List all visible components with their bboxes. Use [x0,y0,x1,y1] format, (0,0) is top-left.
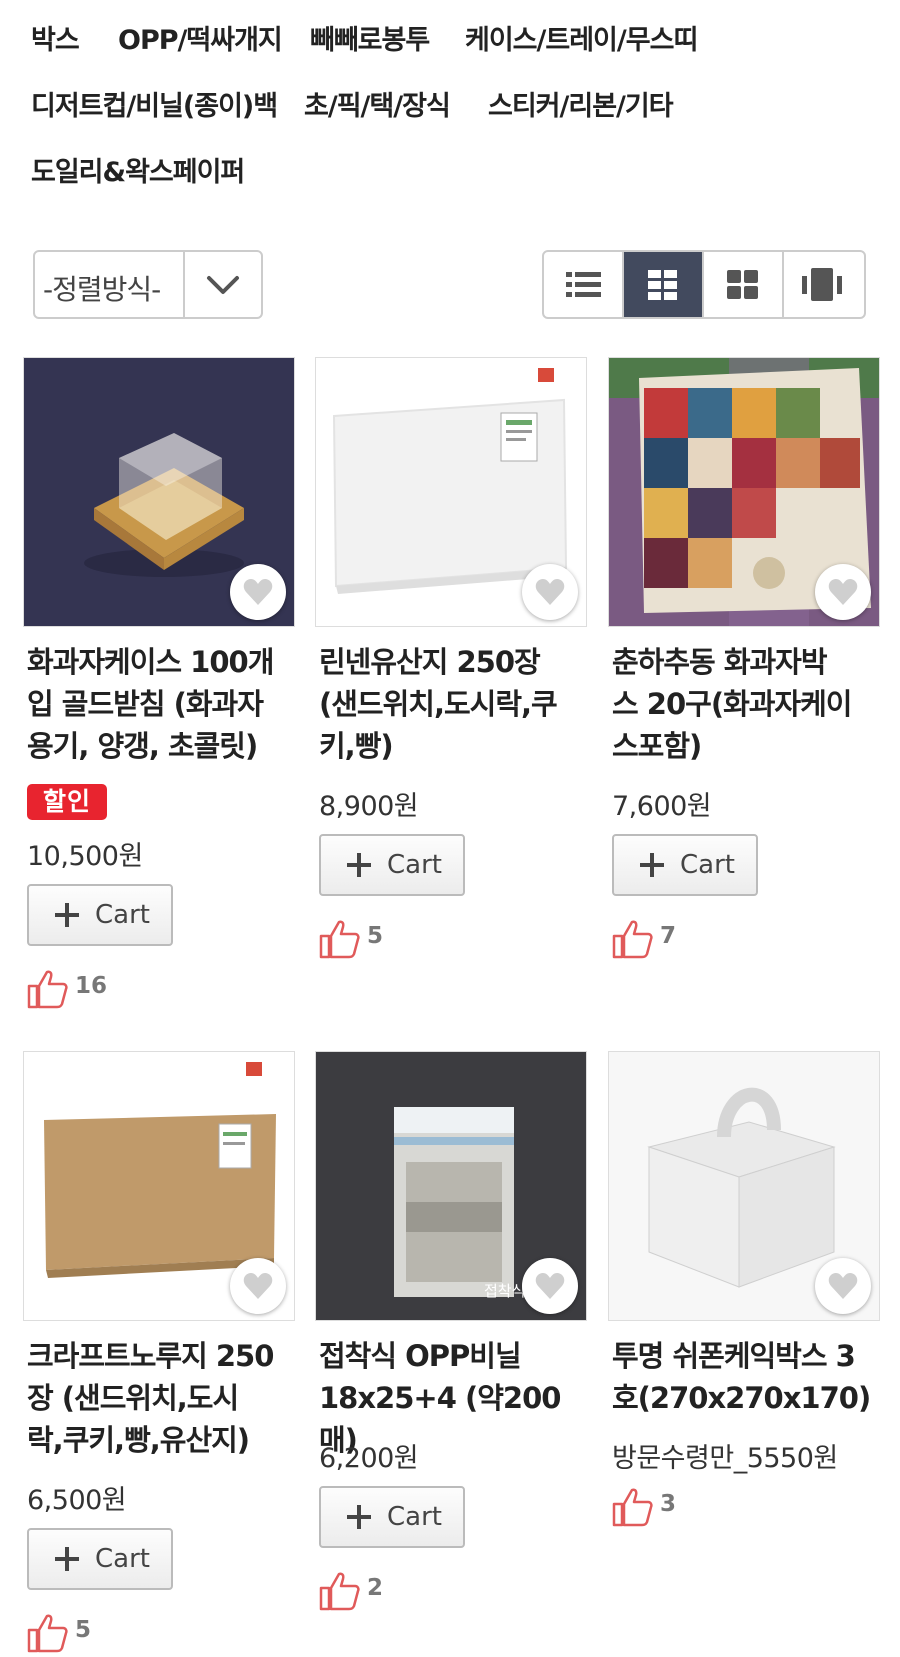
heart-icon [828,579,858,605]
large-grid-view-button[interactable] [704,252,784,317]
product-title-line: 호(270x270x170) [612,1381,871,1415]
category-link[interactable]: 초/픽/택/장식 [304,84,451,123]
product-image-gold-case[interactable] [23,357,295,627]
product-image-kraft-paper[interactable] [23,1051,295,1321]
chevron-down-icon [183,252,261,317]
category-link[interactable]: 디저트컵/비닐(종이)백 [31,84,278,123]
product-title[interactable]: 투명 쉬폰케익박스 3 호(270x270x170) [612,1335,884,1419]
like-button[interactable]: 16 [27,969,107,1009]
list-view-icon [566,272,601,297]
wishlist-heart-button[interactable] [230,1258,286,1314]
category-link[interactable]: OPP/떡싸개지 [118,18,283,57]
category-link[interactable]: 스티커/리본/기타 [488,84,674,123]
thumbs-up-icon [319,920,360,959]
image-caption: 접착식 [484,1282,526,1300]
category-link[interactable]: 박스 [31,18,80,57]
like-count: 16 [75,973,108,999]
thumbs-up-icon [612,1488,653,1527]
plus-icon [347,1505,371,1529]
plus-icon [55,903,79,927]
product-title[interactable]: 크라프트노루지 250 장 (샌드위치,도시 락,쿠키,빵,유산지) [27,1335,299,1461]
discount-badge: 할인 [27,784,107,820]
sort-select-label: -정렬방식- [43,273,161,306]
product-price: 6,500원 [27,1485,127,1516]
add-to-cart-button[interactable]: Cart [319,1486,465,1548]
product-title-line: 접착식 OPP비닐 [319,1339,522,1373]
thumbs-up-icon [27,1614,68,1653]
product-title[interactable]: 춘하추동 화과자박 스 20구(화과자케이 스포함) [612,641,884,767]
like-button[interactable]: 7 [612,919,676,959]
product-title-line: 춘하추동 화과자박 [612,645,828,679]
product-image-linen-paper[interactable] [315,357,587,627]
like-button[interactable]: 2 [319,1571,383,1611]
cart-label: Cart [95,900,150,930]
like-button[interactable]: 3 [612,1487,676,1527]
wishlist-heart-button[interactable] [815,564,871,620]
gallery-view-button[interactable] [784,252,864,317]
like-button[interactable]: 5 [27,1613,91,1653]
add-to-cart-button[interactable]: Cart [319,834,465,896]
product-image-patchwork-box[interactable] [608,357,880,627]
gallery-view-icon [802,268,842,301]
thumbs-up-icon [319,1572,360,1611]
like-count: 2 [367,1575,384,1601]
thumbs-up-icon [27,970,68,1009]
product-price: 6,200원 [319,1443,419,1474]
like-button[interactable]: 5 [319,919,383,959]
wishlist-heart-button[interactable] [522,564,578,620]
product-title-line: 락,쿠키,빵,유산지) [27,1423,250,1457]
thumbs-up-icon [612,920,653,959]
product-price: 방문수령만_5550원 [612,1443,838,1474]
cart-label: Cart [95,1544,150,1574]
like-count: 5 [75,1617,92,1643]
product-image-clear-cake-box[interactable] [608,1051,880,1321]
product-price: 8,900원 [319,791,419,822]
product-title-line: 화과자케이스 100개 [27,645,274,679]
plus-icon [640,853,664,877]
product-image-opp-bag[interactable]: 접착식 [315,1051,587,1321]
product-title-line: 스포함) [612,729,702,763]
product-price: 10,500원 [27,841,143,872]
product-title-line: 키,빵) [319,729,394,763]
view-mode-group [542,250,866,319]
plus-icon [55,1547,79,1571]
product-title-line: 용기, 양갱, 초콜릿) [27,729,258,763]
add-to-cart-button[interactable]: Cart [27,1528,173,1590]
like-count: 3 [660,1491,677,1517]
product-price: 7,600원 [612,791,712,822]
list-view-button[interactable] [544,252,624,317]
category-link[interactable]: 빼빼로봉투 [310,18,430,57]
heart-icon [535,579,565,605]
cart-label: Cart [387,850,442,880]
grid-view-button[interactable] [624,252,704,317]
cart-label: Cart [680,850,735,880]
like-count: 5 [367,923,384,949]
like-count: 7 [660,923,677,949]
sort-select[interactable]: -정렬방식- [33,250,263,319]
category-link[interactable]: 도일리&왁스페이퍼 [31,150,245,189]
wishlist-heart-button[interactable] [522,1258,578,1314]
product-title[interactable]: 화과자케이스 100개 입 골드받침 (화과자 용기, 양갱, 초콜릿) [27,641,299,767]
product-title-line: 크라프트노루지 250 [27,1339,274,1373]
cart-label: Cart [387,1502,442,1532]
product-title-line: (샌드위치,도시락,쿠 [319,687,558,721]
grid-view-icon [648,270,677,300]
add-to-cart-button[interactable]: Cart [27,884,173,946]
product-title-line: 투명 쉬폰케익박스 3 [612,1339,856,1373]
wishlist-heart-button[interactable] [230,564,286,620]
product-title-line: 린넨유산지 250장 [319,645,541,679]
large-grid-icon [727,270,758,299]
product-title[interactable]: 린넨유산지 250장 (샌드위치,도시락,쿠 키,빵) [319,641,591,767]
product-title-line: 입 골드받침 (화과자 [27,687,264,721]
heart-icon [828,1273,858,1299]
product-title-line: 장 (샌드위치,도시 [27,1381,239,1415]
heart-icon [243,579,273,605]
category-link[interactable]: 케이스/트레이/무스띠 [465,18,698,57]
add-to-cart-button[interactable]: Cart [612,834,758,896]
product-title-line: 스 20구(화과자케이 [612,687,852,721]
plus-icon [347,853,371,877]
wishlist-heart-button[interactable] [815,1258,871,1314]
heart-icon [243,1273,273,1299]
heart-icon [535,1273,565,1299]
